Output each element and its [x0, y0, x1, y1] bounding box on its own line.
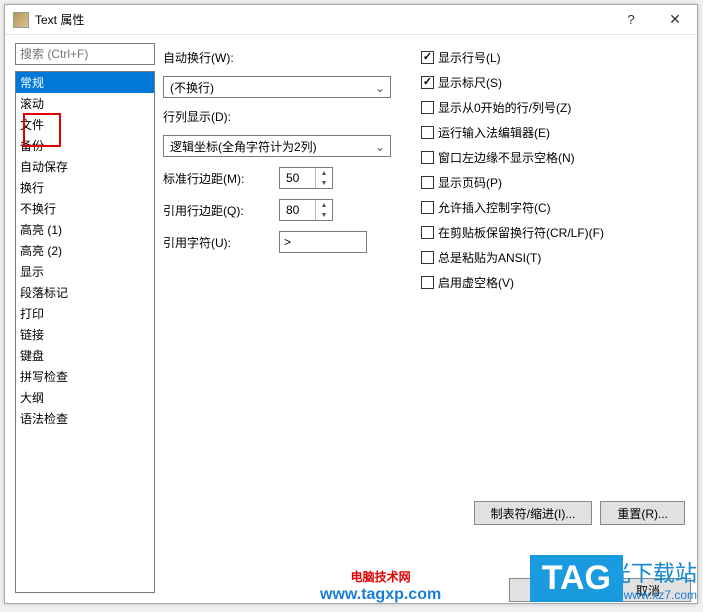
spin-down-icon[interactable]: ▼ [315, 178, 332, 188]
spin-up-icon[interactable]: ▲ [315, 200, 332, 210]
sidebar-item-14[interactable]: 拼写检查 [16, 366, 154, 387]
check-row-3[interactable]: 运行输入法编辑器(E) [421, 124, 687, 141]
check-row-9[interactable]: 启用虚空格(V) [421, 274, 687, 291]
check-row-7[interactable]: 在剪贴板保留换行符(CR/LF)(F) [421, 224, 687, 241]
sidebar-item-6[interactable]: 不换行 [16, 198, 154, 219]
check-label: 显示从0开始的行/列号(Z) [438, 99, 571, 116]
reset-button[interactable]: 重置(R)... [600, 501, 685, 525]
check-label: 启用虚空格(V) [438, 274, 514, 291]
rowcol-label: 行列显示(D): [163, 108, 413, 125]
checkbox-icon[interactable] [421, 276, 434, 289]
checkbox-icon[interactable] [421, 201, 434, 214]
margin-label: 标准行边距(M): [163, 170, 273, 187]
quote-margin-value: 80 [286, 203, 299, 217]
check-row-1[interactable]: 显示标尺(S) [421, 74, 687, 91]
window-title: Text 属性 [35, 11, 609, 28]
check-label: 显示页码(P) [438, 174, 502, 191]
quote-char-value: > [284, 235, 291, 249]
titlebar: Text 属性 ? ✕ [5, 5, 697, 35]
close-button[interactable]: ✕ [653, 6, 697, 34]
check-label: 在剪贴板保留换行符(CR/LF)(F) [438, 224, 604, 241]
quote-margin-spinner[interactable]: 80 ▲▼ [279, 199, 333, 221]
margin-spinner[interactable]: 50 ▲▼ [279, 167, 333, 189]
sidebar-item-5[interactable]: 换行 [16, 177, 154, 198]
checkbox-icon[interactable] [421, 76, 434, 89]
sidebar-item-7[interactable]: 高亮 (1) [16, 219, 154, 240]
check-label: 窗口左边缘不显示空格(N) [438, 149, 575, 166]
check-row-2[interactable]: 显示从0开始的行/列号(Z) [421, 99, 687, 116]
sidebar-item-13[interactable]: 键盘 [16, 345, 154, 366]
quote-char-input[interactable]: > [279, 231, 367, 253]
sidebar-item-9[interactable]: 显示 [16, 261, 154, 282]
spin-down-icon[interactable]: ▼ [315, 210, 332, 220]
autowrap-combo[interactable]: (不换行) ⌄ [163, 76, 391, 98]
check-row-0[interactable]: 显示行号(L) [421, 49, 687, 66]
autowrap-label: 自动换行(W): [163, 49, 413, 66]
check-label: 显示行号(L) [438, 49, 501, 66]
category-list[interactable]: 常规滚动文件备份自动保存换行不换行高亮 (1)高亮 (2)显示段落标记打印链接键… [15, 71, 155, 593]
tabs-indent-button[interactable]: 制表符/缩进(I)... [474, 501, 593, 525]
sidebar-item-4[interactable]: 自动保存 [16, 156, 154, 177]
help-button[interactable]: ? [609, 6, 653, 34]
checkbox-icon[interactable] [421, 101, 434, 114]
spin-up-icon[interactable]: ▲ [315, 168, 332, 178]
check-row-6[interactable]: 允许插入控制字符(C) [421, 199, 687, 216]
watermark-tagxp: 电脑技术网 www.tagxp.com [320, 570, 441, 604]
check-label: 显示标尺(S) [438, 74, 502, 91]
checkbox-icon[interactable] [421, 226, 434, 239]
search-input[interactable] [15, 43, 155, 65]
sidebar-item-8[interactable]: 高亮 (2) [16, 240, 154, 261]
check-row-4[interactable]: 窗口左边缘不显示空格(N) [421, 149, 687, 166]
checkbox-icon[interactable] [421, 126, 434, 139]
autowrap-value: (不换行) [170, 79, 214, 96]
check-label: 运行输入法编辑器(E) [438, 124, 550, 141]
checkbox-icon[interactable] [421, 151, 434, 164]
margin-value: 50 [286, 171, 299, 185]
sidebar-item-1[interactable]: 滚动 [16, 93, 154, 114]
sidebar-item-3[interactable]: 备份 [16, 135, 154, 156]
quote-margin-label: 引用行边距(Q): [163, 202, 273, 219]
app-icon [13, 12, 29, 28]
checkbox-icon[interactable] [421, 176, 434, 189]
rowcol-value: 逻辑坐标(全角字符计为2列) [170, 138, 317, 155]
sidebar-item-12[interactable]: 链接 [16, 324, 154, 345]
sidebar-item-0[interactable]: 常规 [16, 72, 154, 93]
check-row-8[interactable]: 总是粘贴为ANSI(T) [421, 249, 687, 266]
checkbox-icon[interactable] [421, 51, 434, 64]
check-label: 总是粘贴为ANSI(T) [438, 249, 541, 266]
chevron-down-icon: ⌄ [372, 139, 388, 155]
sidebar-item-11[interactable]: 打印 [16, 303, 154, 324]
check-label: 允许插入控制字符(C) [438, 199, 551, 216]
dialog-window: Text 属性 ? ✕ 常规滚动文件备份自动保存换行不换行高亮 (1)高亮 (2… [4, 4, 698, 604]
rowcol-combo[interactable]: 逻辑坐标(全角字符计为2列) ⌄ [163, 135, 391, 157]
sidebar-item-15[interactable]: 大纲 [16, 387, 154, 408]
sidebar-item-10[interactable]: 段落标记 [16, 282, 154, 303]
sidebar-item-16[interactable]: 语法检查 [16, 408, 154, 429]
checkbox-icon[interactable] [421, 251, 434, 264]
chevron-down-icon: ⌄ [372, 80, 388, 96]
quote-char-label: 引用字符(U): [163, 234, 273, 251]
check-row-5[interactable]: 显示页码(P) [421, 174, 687, 191]
watermark-tag: TAG [530, 555, 623, 602]
sidebar-item-2[interactable]: 文件 [16, 114, 154, 135]
